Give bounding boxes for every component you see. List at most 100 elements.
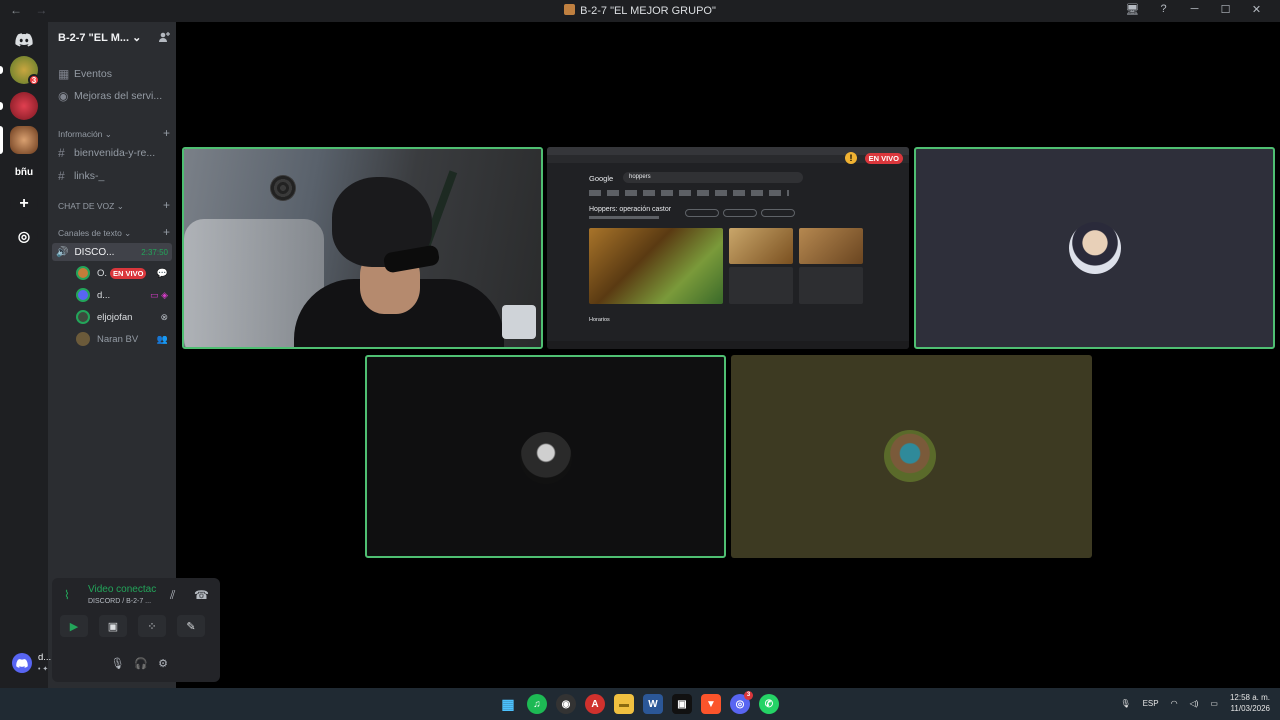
time: 12:58 a. m.: [1229, 693, 1270, 702]
start-menu-icon[interactable]: ▦: [498, 694, 518, 714]
channel-label: links-_: [74, 170, 105, 182]
channel-links[interactable]: # links-_: [58, 169, 173, 183]
sidebar-item-label: Eventos: [74, 68, 112, 80]
server-icon-1[interactable]: 3: [10, 56, 40, 86]
speaker-icon: 🔊: [56, 246, 69, 258]
voice-location[interactable]: DISCORD / B-2-7 ...: [88, 598, 151, 605]
video-icon: ▭ ◈: [150, 289, 168, 300]
explore-icon[interactable]: ◎: [10, 222, 38, 250]
folder-icon[interactable]: ▬: [614, 694, 634, 714]
result-panel: [729, 267, 793, 304]
inbox-icon[interactable]: 🖥: [1117, 3, 1148, 16]
add-channel-icon[interactable]: +: [163, 226, 170, 239]
microphone-icon[interactable]: 🎙: [1120, 699, 1130, 708]
voice-user-name: d...: [97, 289, 111, 301]
result-title: Hoppers: operación castor: [589, 206, 672, 213]
warning-icon: !: [845, 152, 857, 164]
voice-user[interactable]: d... ▭ ◈: [76, 287, 168, 303]
person-add-icon[interactable]: [158, 31, 170, 43]
server-text-icon[interactable]: bñu: [10, 158, 38, 186]
noise-suppression-icon[interactable]: ⫽: [170, 588, 175, 603]
whatsapp-icon[interactable]: ✆: [759, 694, 779, 714]
wifi-icon[interactable]: ◠: [1171, 699, 1178, 708]
user-controls: 🎙 🎧 ⚙: [110, 657, 168, 670]
sidebar-item-events[interactable]: ▦ Eventos: [58, 67, 173, 81]
help-icon[interactable]: ?: [1148, 3, 1179, 16]
avatar: [1069, 222, 1121, 274]
disconnect-icon[interactable]: ☎: [194, 588, 209, 602]
language-indicator[interactable]: ESP: [1143, 699, 1159, 708]
signal-icon[interactable]: ⌇: [64, 588, 70, 602]
home-button[interactable]: [10, 26, 38, 54]
server-header[interactable]: B-2-7 "EL M... ⌄: [58, 31, 170, 44]
category-text[interactable]: Canales de texto ⌄ +: [58, 226, 170, 239]
obs-icon[interactable]: ◉: [556, 694, 576, 714]
voice-timer: 2:37:50: [141, 247, 168, 257]
screen-share-button[interactable]: ▣: [99, 615, 127, 637]
brave-icon[interactable]: ▼: [701, 694, 721, 714]
add-channel-icon[interactable]: +: [163, 127, 170, 140]
video-tile-screen-share[interactable]: Google hoppers Hoppers: operación castor…: [547, 147, 909, 349]
server-icon-2[interactable]: [10, 92, 38, 120]
voice-status[interactable]: Video conectac: [88, 584, 156, 595]
voice-user-name: O.: [97, 267, 108, 279]
title-bar: ← → B-2-7 "EL MEJOR GRUPO" 🖥 ? ─ ☐ ✕: [0, 0, 1280, 22]
avatar: [884, 430, 936, 482]
channel-welcome[interactable]: # bienvenida-y-re...: [58, 146, 173, 160]
server-name: B-2-7 "EL M...: [58, 32, 130, 44]
video-tile-avatar[interactable]: [731, 355, 1092, 558]
result-subtitle: [589, 216, 659, 219]
dartboard: [270, 175, 296, 201]
user-name[interactable]: d... • ✦: [38, 652, 51, 674]
acrobat-icon[interactable]: A: [585, 694, 605, 714]
word-icon[interactable]: W: [643, 694, 663, 714]
user-status: • ✦: [38, 666, 49, 673]
avatar: [520, 432, 572, 484]
camera-button[interactable]: ▶: [60, 615, 88, 637]
volume-icon[interactable]: ◁): [1190, 699, 1199, 708]
voice-channel-label: DISCO...: [74, 246, 115, 258]
minimize-button[interactable]: ─: [1179, 3, 1210, 16]
close-button[interactable]: ✕: [1241, 3, 1272, 16]
avatar[interactable]: [12, 653, 32, 673]
hash-icon: #: [58, 169, 65, 183]
voice-channel-active[interactable]: 🔊 DISCO... 2:37:50: [52, 243, 172, 261]
add-channel-icon[interactable]: +: [163, 199, 170, 212]
voice-user[interactable]: eljojofan ⊗: [76, 309, 168, 325]
search-tabs: [589, 190, 789, 196]
server-icon-active[interactable]: [10, 126, 38, 154]
google-logo: Google: [589, 174, 614, 183]
clock[interactable]: 12:58 a. m. 11/03/2026: [1230, 692, 1270, 714]
voice-user[interactable]: Naran BV 👥: [76, 331, 168, 347]
voice-user[interactable]: O. EN VIVO 💬: [76, 265, 168, 281]
activity-icon: 💬: [156, 267, 168, 278]
unread-pill: [0, 102, 3, 110]
maximize-button[interactable]: ☐: [1210, 3, 1241, 16]
selected-pill: [0, 126, 3, 154]
battery-icon[interactable]: ▭: [1210, 699, 1218, 708]
video-tile-avatar[interactable]: [365, 355, 726, 558]
system-tray: 🎙 ESP ◠ ◁) ▭ 12:58 a. m. 11/03/2026: [1120, 692, 1270, 714]
category-label: Información: [58, 129, 103, 139]
headset-icon[interactable]: 🎧: [134, 657, 148, 670]
category-info[interactable]: Información ⌄ +: [58, 127, 170, 140]
video-tile-webcam[interactable]: [182, 147, 543, 349]
activities-button[interactable]: ⁘: [138, 615, 166, 637]
category-label: Canales de texto: [58, 228, 122, 238]
add-server-icon[interactable]: +: [10, 190, 38, 218]
sidebar-item-boosts[interactable]: ◉ Mejoras del servi...: [58, 89, 173, 103]
capcut-icon[interactable]: ▣: [672, 694, 692, 714]
calendar-icon: ▦: [58, 67, 70, 81]
soundboard-button[interactable]: ✎: [177, 615, 205, 637]
spotify-icon[interactable]: ♫: [527, 694, 547, 714]
microphone-icon[interactable]: 🎙: [110, 657, 124, 670]
user-bar: d... • ✦ 🎙 🎧 ⚙: [12, 650, 168, 676]
discord-glyph: ◎: [735, 698, 745, 710]
category-voice[interactable]: CHAT DE VOZ ⌄ +: [58, 199, 170, 212]
notification-badge: 3: [744, 691, 753, 700]
settings-icon[interactable]: ⚙: [158, 657, 168, 670]
window-title-wrap: B-2-7 "EL MEJOR GRUPO": [0, 4, 1280, 17]
discord-icon[interactable]: ◎ 3: [730, 691, 753, 714]
video-tile-avatar[interactable]: [914, 147, 1275, 349]
discord-logo-icon: [15, 33, 33, 47]
